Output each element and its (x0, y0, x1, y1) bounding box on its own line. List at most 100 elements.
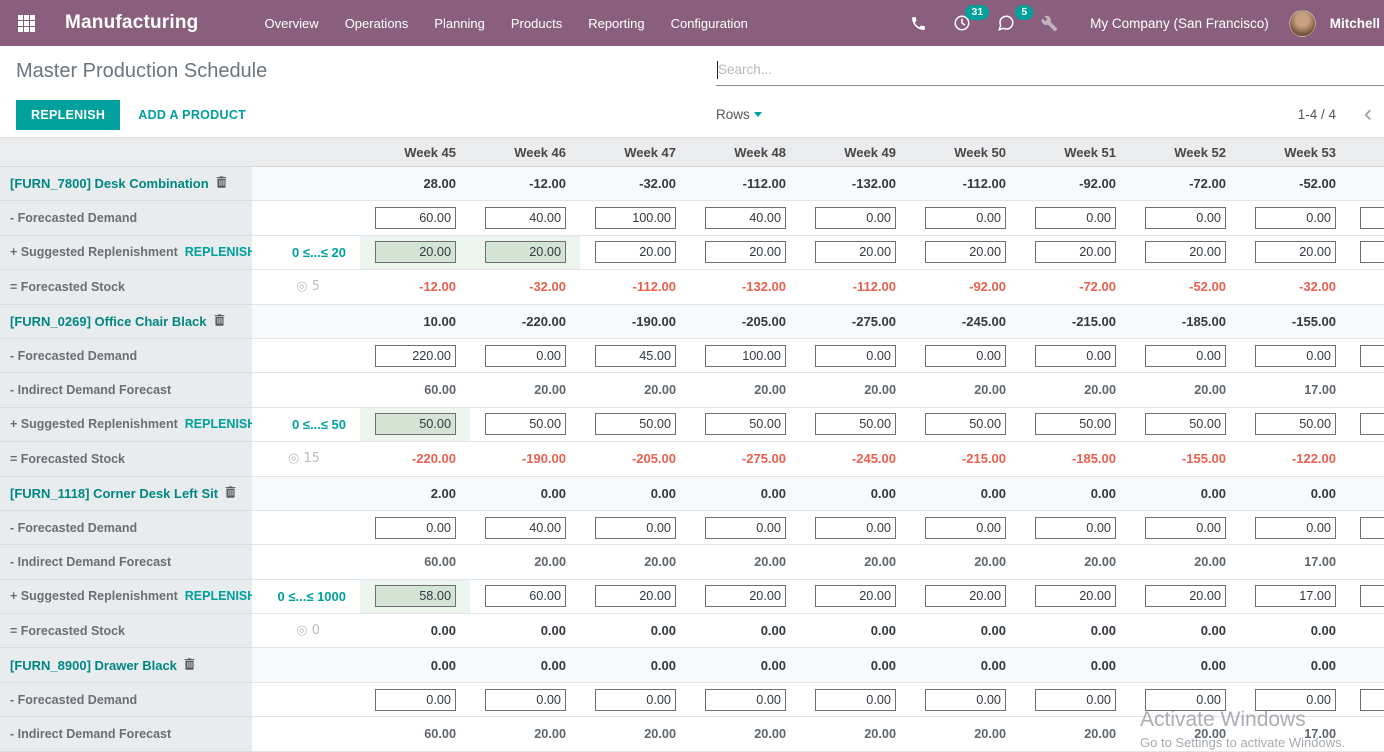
forecast-input[interactable] (1360, 585, 1384, 607)
delete-product-icon[interactable] (183, 657, 196, 674)
forecast-input[interactable] (1255, 413, 1336, 435)
forecast-input[interactable] (815, 207, 896, 229)
forecast-input[interactable] (1145, 207, 1226, 229)
forecast-input[interactable] (595, 517, 676, 539)
forecast-input[interactable] (375, 689, 456, 711)
product-link[interactable]: [FURN_0269] Office Chair Black (10, 314, 207, 329)
search-input[interactable] (716, 56, 1384, 83)
forecast-input[interactable] (925, 413, 1006, 435)
forecast-input[interactable] (375, 517, 456, 539)
replenish-row-link[interactable]: REPLENISH (185, 417, 252, 431)
forecast-input[interactable] (815, 585, 896, 607)
forecast-input[interactable] (485, 585, 566, 607)
forecast-input[interactable] (1035, 517, 1116, 539)
forecast-input[interactable] (1035, 207, 1116, 229)
forecast-input[interactable] (1145, 517, 1226, 539)
forecast-input[interactable] (1360, 241, 1384, 263)
pager-previous-icon[interactable]: ‹ (1364, 102, 1384, 126)
forecast-input[interactable] (485, 413, 566, 435)
forecast-input[interactable] (1360, 207, 1384, 229)
forecast-input[interactable] (815, 689, 896, 711)
menu-item-configuration[interactable]: Configuration (660, 10, 759, 37)
forecast-input[interactable] (1255, 689, 1336, 711)
forecast-input[interactable] (485, 207, 566, 229)
phone-icon[interactable] (900, 9, 937, 38)
forecast-input[interactable] (925, 585, 1006, 607)
forecast-input[interactable] (1145, 345, 1226, 367)
delete-product-icon[interactable] (213, 313, 226, 330)
forecast-input[interactable] (485, 517, 566, 539)
apps-menu-icon[interactable] (18, 15, 35, 32)
forecast-input[interactable] (1360, 345, 1384, 367)
menu-item-planning[interactable]: Planning (423, 10, 496, 37)
forecast-input[interactable] (485, 241, 566, 263)
activities-icon[interactable]: 31 (943, 8, 981, 38)
forecast-input[interactable] (705, 413, 786, 435)
user-avatar[interactable] (1289, 10, 1316, 37)
forecast-input[interactable] (1145, 689, 1226, 711)
forecast-input[interactable] (1255, 207, 1336, 229)
forecast-input[interactable] (705, 241, 786, 263)
forecast-input[interactable] (375, 345, 456, 367)
replenish-range[interactable]: 0 ≤...≤ 1000 (278, 589, 346, 604)
forecast-input[interactable] (1360, 413, 1384, 435)
delete-product-icon[interactable] (224, 485, 237, 502)
forecast-input[interactable] (1145, 413, 1226, 435)
forecast-input[interactable] (485, 345, 566, 367)
forecast-input[interactable] (595, 413, 676, 435)
forecast-input[interactable] (375, 585, 456, 607)
forecast-input[interactable] (595, 689, 676, 711)
forecast-input[interactable] (705, 689, 786, 711)
rows-dropdown[interactable]: Rows (716, 107, 762, 122)
delete-product-icon[interactable] (215, 175, 228, 192)
product-link[interactable]: [FURN_8900] Drawer Black (10, 658, 177, 673)
forecast-input[interactable] (1145, 241, 1226, 263)
forecast-input[interactable] (925, 517, 1006, 539)
forecast-input[interactable] (1035, 689, 1116, 711)
menu-item-operations[interactable]: Operations (334, 10, 420, 37)
app-title[interactable]: Manufacturing (65, 12, 199, 34)
forecast-input[interactable] (815, 241, 896, 263)
forecast-input[interactable] (375, 241, 456, 263)
forecast-input[interactable] (925, 207, 1006, 229)
add-a-product-button[interactable]: ADD A PRODUCT (138, 108, 246, 122)
replenish-range[interactable]: 0 ≤...≤ 50 (292, 417, 346, 432)
menu-item-overview[interactable]: Overview (254, 10, 330, 37)
tools-icon[interactable] (1031, 9, 1068, 38)
forecast-input[interactable] (1255, 585, 1336, 607)
forecast-input[interactable] (595, 585, 676, 607)
forecast-input[interactable] (815, 517, 896, 539)
messages-icon[interactable]: 5 (987, 8, 1025, 38)
forecast-input[interactable] (1255, 241, 1336, 263)
forecast-input[interactable] (1145, 585, 1226, 607)
forecast-input[interactable] (1255, 517, 1336, 539)
forecast-input[interactable] (925, 241, 1006, 263)
user-name[interactable]: Mitchell (1330, 16, 1380, 31)
forecast-input[interactable] (1255, 345, 1336, 367)
replenish-row-link[interactable]: REPLENISH (185, 245, 252, 259)
product-link[interactable]: [FURN_7800] Desk Combination (10, 176, 209, 191)
forecast-input[interactable] (705, 345, 786, 367)
forecast-input[interactable] (1360, 689, 1384, 711)
forecast-input[interactable] (375, 207, 456, 229)
replenish-button[interactable]: REPLENISH (16, 100, 120, 130)
forecast-input[interactable] (815, 345, 896, 367)
forecast-input[interactable] (705, 207, 786, 229)
forecast-input[interactable] (705, 585, 786, 607)
forecast-input[interactable] (1035, 585, 1116, 607)
company-switcher[interactable]: My Company (San Francisco) (1090, 16, 1269, 31)
forecast-input[interactable] (815, 413, 896, 435)
product-link[interactable]: [FURN_1118] Corner Desk Left Sit (10, 486, 218, 501)
forecast-input[interactable] (925, 345, 1006, 367)
forecast-input[interactable] (375, 413, 456, 435)
forecast-input[interactable] (595, 207, 676, 229)
menu-item-reporting[interactable]: Reporting (577, 10, 655, 37)
replenish-range[interactable]: 0 ≤...≤ 20 (292, 245, 346, 260)
forecast-input[interactable] (595, 241, 676, 263)
forecast-input[interactable] (1035, 241, 1116, 263)
forecast-input[interactable] (1035, 345, 1116, 367)
forecast-input[interactable] (705, 517, 786, 539)
menu-item-products[interactable]: Products (500, 10, 573, 37)
replenish-row-link[interactable]: REPLENISH (185, 589, 252, 603)
forecast-input[interactable] (595, 345, 676, 367)
